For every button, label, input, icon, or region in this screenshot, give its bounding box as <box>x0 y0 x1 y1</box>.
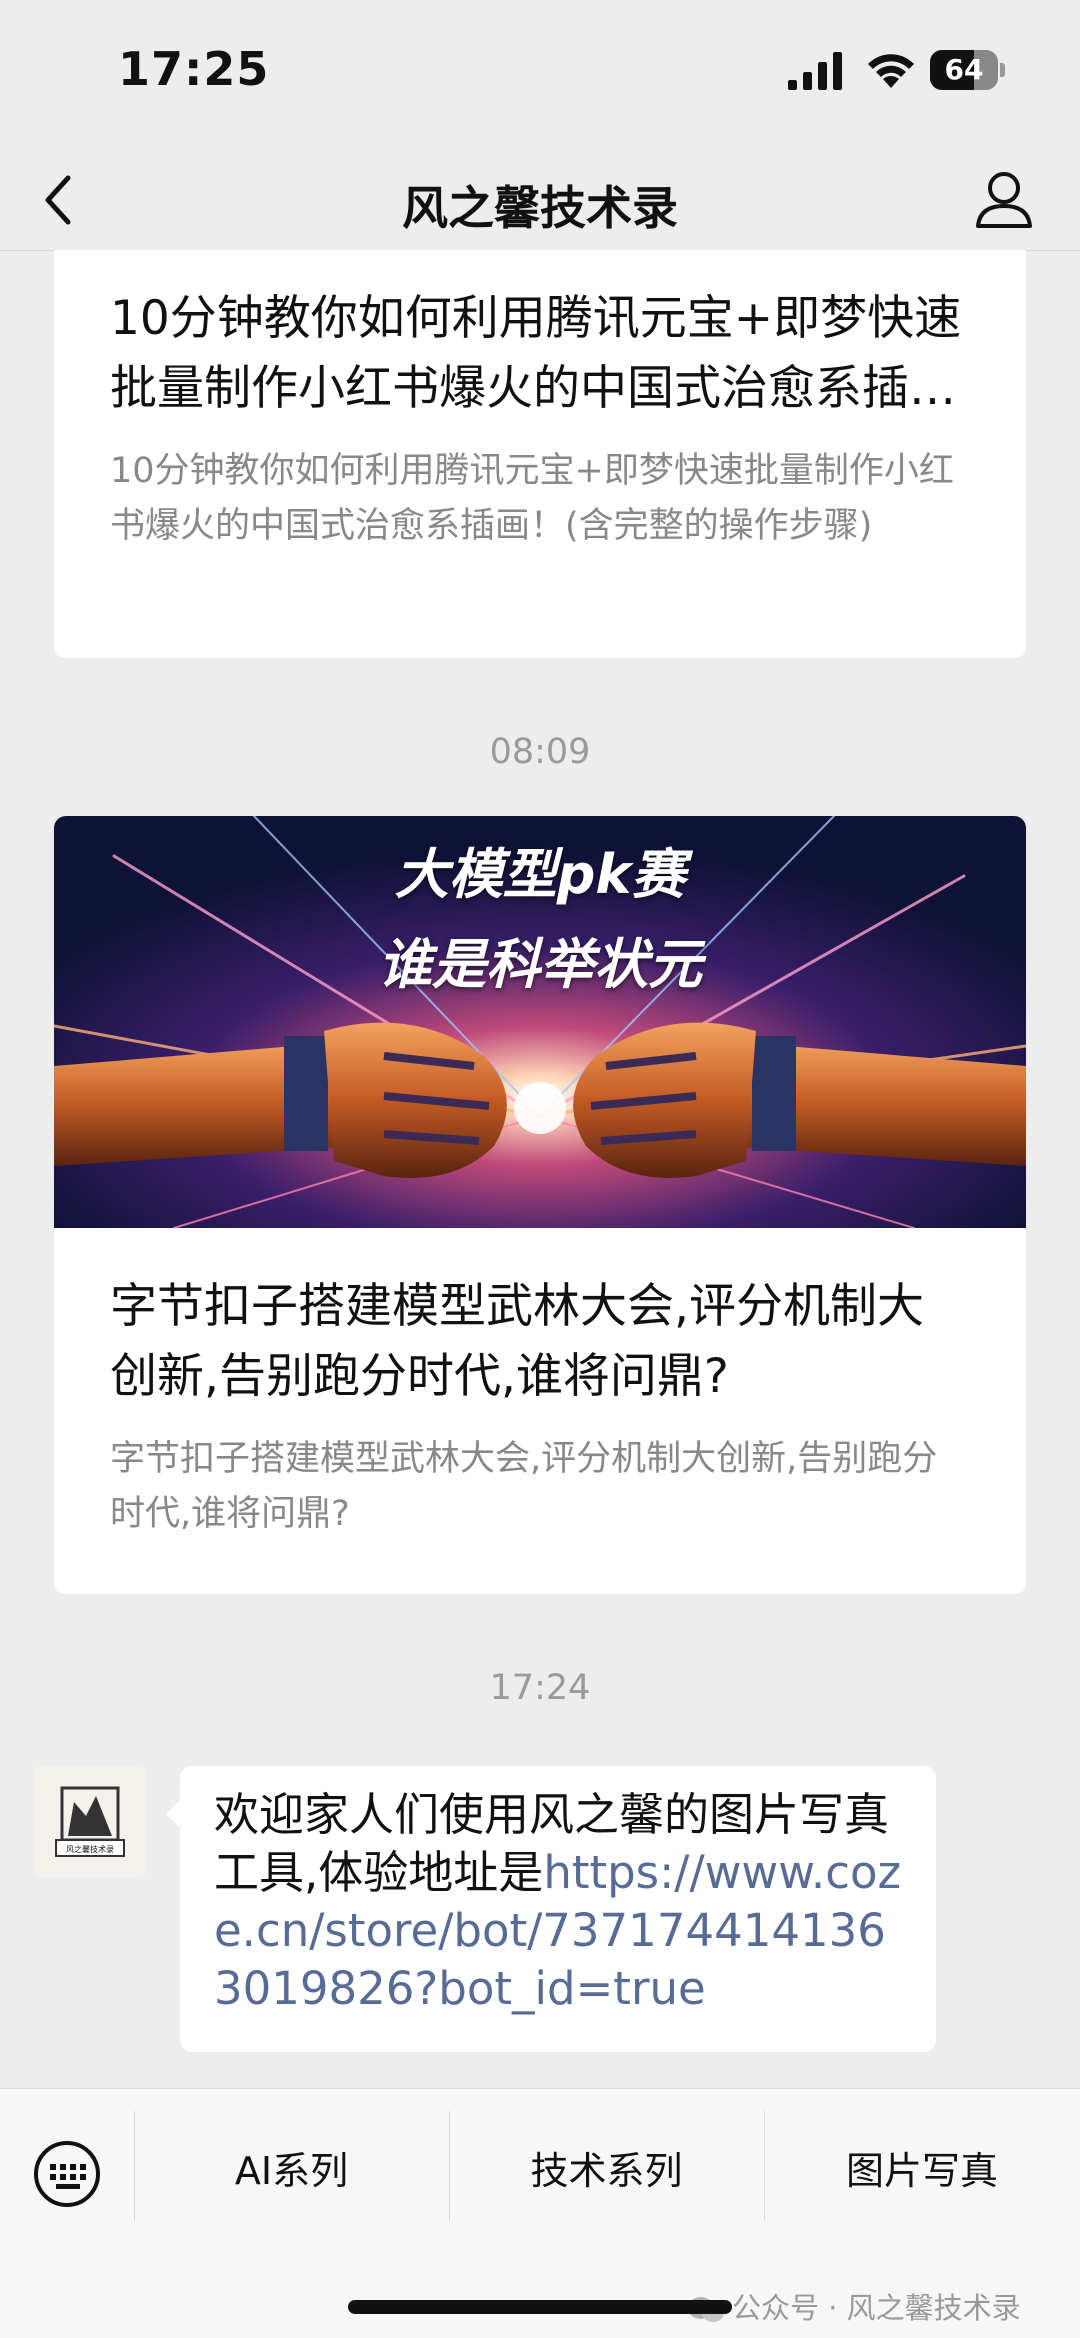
cover-headline: 大模型pk赛 <box>394 843 686 906</box>
message-text: 欢迎家人们使用风之馨的图片写真工具,体验地址是https://www.coze.… <box>214 1786 904 2018</box>
watermark-text: 公众号 · 风之馨技术录 <box>732 2291 1021 2325</box>
article-card[interactable]: 10分钟教你如何利用腾讯元宝+即梦快速批量制作小红书爆火的中国式治愈系插画！(含… <box>54 250 1026 658</box>
menu-item-ai-series[interactable]: AI系列 <box>134 2111 449 2231</box>
cellular-signal-icon <box>788 52 842 90</box>
page-title: 风之馨技术录 <box>402 181 678 235</box>
message-bubble[interactable]: 欢迎家人们使用风之馨的图片写真工具,体验地址是https://www.coze.… <box>166 1766 936 2052</box>
article-card[interactable]: 大模型pk赛 谁是科举状元 字节扣子搭建模型武林大会,评分机制大创新,告别跑分时… <box>54 816 1026 1594</box>
message-timestamp: 17:24 <box>489 1668 591 1708</box>
keyboard-icon <box>34 2141 100 2207</box>
avatar-logo-icon: 风之馨技术录 <box>34 1766 146 1878</box>
cover-subheadline: 谁是科举状元 <box>378 933 702 996</box>
person-icon <box>976 172 1032 228</box>
status-bar: 17:25 64 <box>0 0 1080 150</box>
home-indicator <box>348 2300 732 2314</box>
watermark: 公众号 · 风之馨技术录 <box>686 2285 1021 2327</box>
avatar[interactable]: 风之馨技术录 <box>34 1766 146 1878</box>
article-title: 字节扣子搭建模型武林大会,评分机制大创新,告别跑分时代,谁将问鼎? <box>110 1279 924 1404</box>
status-time: 17:25 <box>118 42 270 96</box>
article-description: 10分钟教你如何利用腾讯元宝+即梦快速批量制作小红书爆火的中国式治愈系插画！(含… <box>110 451 954 546</box>
profile-button[interactable] <box>964 160 1044 240</box>
battery-percentage: 64 <box>944 53 984 86</box>
menu-item-photo-portrait[interactable]: 图片写真 <box>764 2111 1080 2231</box>
article-cover-image: 大模型pk赛 谁是科举状元 <box>54 816 1026 1228</box>
nav-bar: 风之馨技术录 <box>0 150 1080 251</box>
menu-item-tech-series[interactable]: 技术系列 <box>449 2111 764 2231</box>
keyboard-toggle-button[interactable] <box>30 2137 104 2211</box>
article-description: 字节扣子搭建模型武林大会,评分机制大创新,告别跑分时代,谁将问鼎? <box>110 1439 938 1534</box>
message-timestamp: 08:09 <box>489 732 591 772</box>
article-title: 10分钟教你如何利用腾讯元宝+即梦快速批量制作小红书爆火的中国式治愈系插画！(含… <box>110 291 962 416</box>
wifi-icon <box>868 54 914 88</box>
battery-icon: 64 <box>930 50 1005 90</box>
avatar-label: 风之馨技术录 <box>66 1844 114 1854</box>
